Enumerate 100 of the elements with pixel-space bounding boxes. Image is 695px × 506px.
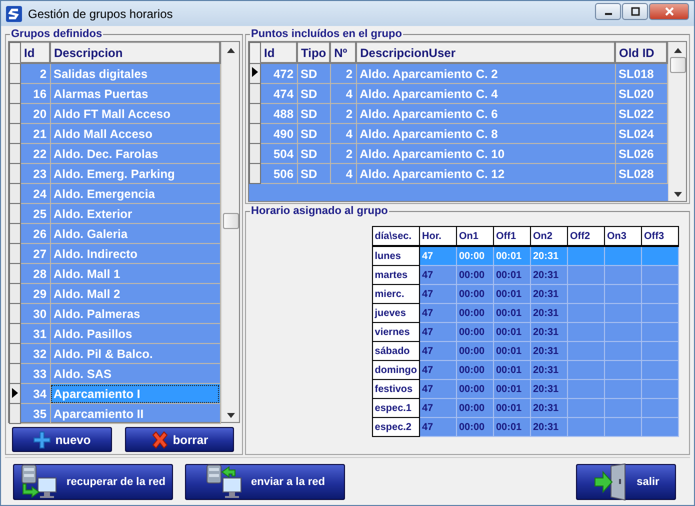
table-cell: Aldo. Palmeras bbox=[50, 304, 220, 324]
retrieve-button[interactable]: recuperar de la red bbox=[13, 464, 173, 500]
add-button[interactable]: nuevo bbox=[12, 427, 112, 452]
table-cell: Aldo. Aparcamiento C. 2 bbox=[356, 63, 615, 84]
column-header[interactable]: Id bbox=[20, 42, 50, 63]
table-cell: 00:01 bbox=[494, 322, 530, 342]
table-cell: espec.2 bbox=[372, 418, 420, 436]
table-cell: espec.1 bbox=[372, 398, 420, 418]
table-cell: Aldo. Pasillos bbox=[50, 324, 220, 344]
table-cell: 21 bbox=[20, 124, 50, 144]
table-cell: 32 bbox=[20, 344, 50, 364]
table-cell: 00:01 bbox=[494, 266, 530, 284]
column-header[interactable]: DescripcionUser bbox=[356, 42, 615, 63]
scrollbar[interactable] bbox=[668, 42, 686, 201]
table-cell: 47 bbox=[420, 284, 456, 304]
table-cell: 490 bbox=[260, 124, 297, 144]
x-icon bbox=[150, 430, 169, 448]
minimize-button[interactable] bbox=[595, 3, 621, 20]
table-cell: 00:01 bbox=[494, 380, 530, 398]
current-row-icon bbox=[252, 67, 258, 78]
table-cell: 29 bbox=[20, 284, 50, 304]
scrollbar[interactable] bbox=[221, 42, 239, 422]
table-cell: 20:31 bbox=[530, 284, 568, 304]
table-cell: 35 bbox=[20, 404, 50, 424]
table-cell: 00:00 bbox=[456, 284, 494, 304]
table-cell: 474 bbox=[260, 84, 297, 104]
column-header: On3 bbox=[604, 226, 642, 246]
table-cell: SD bbox=[297, 144, 330, 164]
send-button[interactable]: enviar a la red bbox=[185, 464, 345, 500]
table-cell: 00:00 bbox=[456, 322, 494, 342]
column-header[interactable]: Old ID bbox=[615, 42, 667, 63]
table-cell: 00:00 bbox=[456, 398, 494, 418]
table-cell: Aldo FT Mall Acceso bbox=[50, 104, 220, 124]
delete-button[interactable]: borrar bbox=[125, 427, 234, 452]
table-cell: 00:00 bbox=[456, 360, 494, 380]
table-cell: domingo bbox=[372, 360, 420, 380]
table-cell: Aldo. Mall 2 bbox=[50, 284, 220, 304]
table-cell: 22 bbox=[20, 144, 50, 164]
close-button[interactable] bbox=[649, 3, 689, 20]
column-header[interactable]: Id bbox=[260, 42, 297, 63]
table-cell: 47 bbox=[420, 342, 456, 360]
scroll-up-icon bbox=[226, 48, 234, 53]
table-cell: 24 bbox=[20, 184, 50, 204]
table-cell: 00:00 bbox=[456, 380, 494, 398]
app-icon bbox=[6, 6, 22, 22]
scroll-thumb[interactable] bbox=[670, 57, 686, 73]
group-title: Grupos definidos bbox=[10, 28, 104, 40]
table-cell: 4 bbox=[330, 164, 356, 184]
table-cell: 47 bbox=[420, 398, 456, 418]
table-cell: Aldo. Galeria bbox=[50, 224, 220, 244]
table-cell: martes bbox=[372, 266, 420, 284]
column-header[interactable]: Tipo bbox=[297, 42, 330, 63]
table-cell: 16 bbox=[20, 84, 50, 104]
table-cell: 20:31 bbox=[530, 342, 568, 360]
table-cell: 25 bbox=[20, 204, 50, 224]
scroll-thumb[interactable] bbox=[222, 213, 238, 229]
maximize-icon bbox=[630, 7, 640, 16]
table-cell: 47 bbox=[420, 418, 456, 436]
table-cell: Aparcamiento I bbox=[50, 384, 220, 404]
table-cell: 20:31 bbox=[530, 398, 568, 418]
table-cell: 2 bbox=[330, 63, 356, 84]
table-cell: Aldo. Aparcamiento C. 12 bbox=[356, 164, 615, 184]
table-cell: 4 bbox=[330, 124, 356, 144]
table-cell: 4 bbox=[330, 84, 356, 104]
column-header: Off2 bbox=[568, 226, 604, 246]
table-cell: 20:31 bbox=[530, 322, 568, 342]
table-cell: 00:01 bbox=[494, 418, 530, 436]
maximize-button[interactable] bbox=[622, 3, 648, 20]
table-cell: festivos bbox=[372, 380, 420, 398]
table-cell: Aldo. Aparcamiento C. 8 bbox=[356, 124, 615, 144]
table-cell: SD bbox=[297, 124, 330, 144]
column-header[interactable]: Nº bbox=[330, 42, 356, 63]
table-cell: 20:31 bbox=[530, 304, 568, 322]
table-cell: 00:00 bbox=[456, 246, 494, 266]
table-cell: 2 bbox=[20, 63, 50, 84]
current-row-icon bbox=[12, 388, 18, 398]
group-title: Horario asignado al grupo bbox=[250, 205, 389, 217]
table-cell: Aldo. Mall 1 bbox=[50, 264, 220, 284]
table-cell: Aldo. Dec. Farolas bbox=[50, 144, 220, 164]
table-cell: 00:00 bbox=[456, 304, 494, 322]
table-cell: Aldo. Aparcamiento C. 6 bbox=[356, 104, 615, 124]
table-cell: Aldo. Pil & Balco. bbox=[50, 344, 220, 364]
column-header: On2 bbox=[530, 226, 568, 246]
column-header: Off1 bbox=[494, 226, 530, 246]
scroll-down-icon bbox=[674, 192, 682, 197]
exit-button[interactable]: salir bbox=[576, 464, 676, 500]
table-cell: mierc. bbox=[372, 284, 420, 304]
column-header: On1 bbox=[456, 226, 494, 246]
table-cell: viernes bbox=[372, 322, 420, 342]
column-header: Hor. bbox=[420, 226, 456, 246]
table-cell: Aparcamiento II bbox=[50, 404, 220, 424]
table-cell: 26 bbox=[20, 224, 50, 244]
table-cell: SD bbox=[297, 63, 330, 84]
table-cell: 27 bbox=[20, 244, 50, 264]
table-cell: Aldo. Indirecto bbox=[50, 244, 220, 264]
plus-icon bbox=[33, 430, 52, 448]
table-cell: 00:01 bbox=[494, 284, 530, 304]
column-header[interactable]: Descripcion bbox=[50, 42, 220, 63]
table-cell: jueves bbox=[372, 304, 420, 322]
table-cell: SL022 bbox=[615, 104, 667, 124]
